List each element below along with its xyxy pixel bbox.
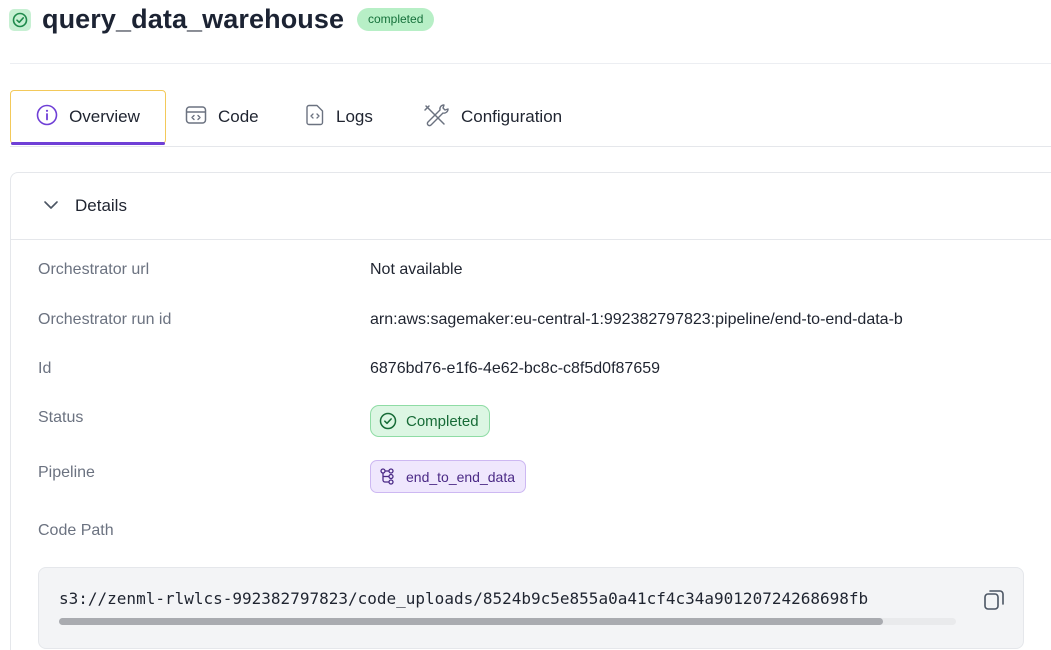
code-path-box: s3://zenml-rlwlcs-992382797823/code_uplo… [38,567,1024,649]
chevron-down-icon [44,201,58,209]
code-window-icon [185,105,207,130]
code-path-value: s3://zenml-rlwlcs-992382797823/code_uplo… [59,589,869,608]
header-divider [10,63,1051,64]
status-label: Status [38,409,84,426]
info-icon [36,104,58,131]
status-pill: Completed [370,405,490,437]
orchestrator-url-value: Not available [370,261,463,278]
file-code-icon [305,104,325,131]
orchestrator-run-id-label: Orchestrator run id [38,311,172,328]
check-circle-icon [379,412,397,430]
tab-code[interactable]: Code [185,90,259,144]
status-pill-label: Completed [406,412,479,430]
page-title: query_data_warehouse [42,4,345,34]
orchestrator-url-label: Orchestrator url [38,261,150,278]
details-title: Details [75,196,127,215]
horizontal-scrollbar[interactable] [59,618,956,625]
id-value: 6876bd76-e1f6-4e62-bc8c-c8f5d0f87659 [370,360,661,377]
pipeline-label: Pipeline [38,464,95,481]
tab-logs[interactable]: Logs [305,90,373,144]
tab-bar-divider [10,146,1051,147]
id-label: Id [38,360,52,377]
tab-overview-label: Overview [69,107,140,126]
tools-icon [422,103,450,132]
tab-configuration-label: Configuration [461,107,563,126]
tab-logs-label: Logs [336,107,373,126]
check-circle-icon [9,9,31,31]
code-path-label: Code Path [38,522,114,539]
status-badge: completed [357,8,435,31]
orchestrator-run-id-value: arn:aws:sagemaker:eu-central-1:992382797… [370,311,903,328]
copy-icon[interactable] [982,588,1006,612]
tab-bar: Overview Code Logs Configuration [10,90,1051,148]
scrollbar-thumb[interactable] [59,618,883,625]
tab-configuration[interactable]: Configuration [422,90,562,144]
details-panel: Details Orchestrator url Not available O… [10,172,1051,650]
tab-overview[interactable]: Overview [10,90,166,145]
run-header: query_data_warehouse completed [0,0,1051,42]
tab-code-label: Code [218,107,259,126]
active-tab-indicator [11,142,165,145]
pipeline-icon [380,467,396,486]
pipeline-link[interactable]: end_to_end_data [370,460,526,493]
pipeline-name: end_to_end_data [406,468,515,485]
details-header[interactable]: Details [11,173,1051,240]
